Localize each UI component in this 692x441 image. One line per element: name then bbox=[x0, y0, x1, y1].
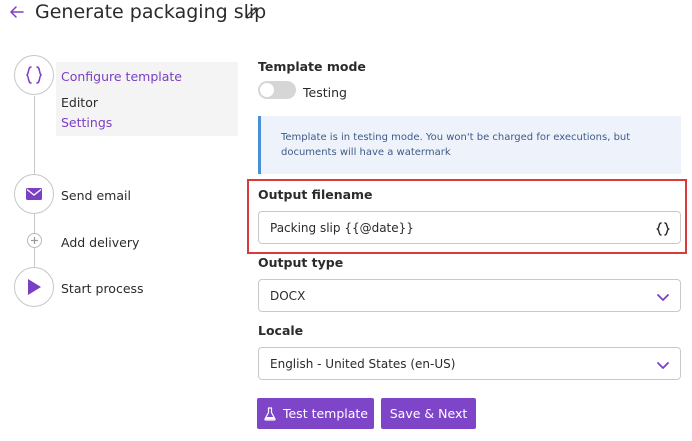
output-filename-value: Packing slip {{@date}} bbox=[270, 221, 414, 235]
test-template-button[interactable]: Test template bbox=[257, 398, 374, 429]
arrow-left-icon bbox=[10, 6, 24, 18]
locale-dropdown-toggle[interactable] bbox=[655, 357, 671, 373]
template-mode-label: Template mode bbox=[258, 59, 366, 74]
toggle-knob bbox=[260, 83, 274, 97]
add-delivery-button[interactable] bbox=[27, 233, 42, 248]
plus-circle-icon bbox=[31, 237, 38, 244]
output-type-label: Output type bbox=[258, 255, 344, 270]
pencil-icon bbox=[246, 7, 258, 19]
output-type-dropdown-toggle[interactable] bbox=[655, 289, 671, 305]
step-send-email-circle[interactable] bbox=[14, 174, 54, 214]
stepper-rail bbox=[34, 96, 35, 174]
step-send-email[interactable]: Send email bbox=[61, 188, 131, 203]
step-start-process[interactable]: Start process bbox=[61, 281, 144, 296]
chevron-down-icon bbox=[657, 362, 669, 369]
test-template-label: Test template bbox=[282, 406, 369, 421]
envelope-icon bbox=[26, 188, 42, 200]
page-title: Generate packaging slip bbox=[35, 1, 267, 23]
curly-braces-icon bbox=[655, 222, 671, 236]
output-type-value: DOCX bbox=[270, 289, 306, 303]
step-start-process-circle[interactable] bbox=[14, 267, 54, 307]
flask-icon bbox=[264, 406, 276, 421]
locale-value: English - United States (en-US) bbox=[270, 357, 456, 371]
info-text: Template is in testing mode. You won't b… bbox=[281, 132, 631, 158]
substep-settings[interactable]: Settings bbox=[61, 115, 112, 130]
step-configure-template-circle[interactable] bbox=[14, 55, 54, 95]
curly-braces-icon bbox=[25, 66, 43, 84]
save-next-button[interactable]: Save & Next bbox=[381, 398, 476, 429]
locale-label: Locale bbox=[258, 323, 304, 338]
template-mode-toggle-label: Testing bbox=[303, 85, 347, 100]
output-filename-label: Output filename bbox=[258, 187, 373, 202]
chevron-down-icon bbox=[657, 294, 669, 301]
insert-variable-button[interactable] bbox=[655, 221, 671, 237]
locale-select[interactable]: English - United States (en-US) bbox=[258, 347, 681, 380]
back-button[interactable] bbox=[8, 3, 26, 21]
template-mode-toggle[interactable] bbox=[258, 81, 296, 99]
substep-editor[interactable]: Editor bbox=[61, 95, 98, 110]
step-add-delivery[interactable]: Add delivery bbox=[61, 235, 139, 250]
step-configure-template[interactable]: Configure template bbox=[61, 69, 182, 84]
play-icon bbox=[28, 279, 41, 295]
edit-title-button[interactable] bbox=[244, 5, 260, 21]
output-filename-input[interactable]: Packing slip {{@date}} bbox=[258, 211, 681, 244]
output-type-select[interactable]: DOCX bbox=[258, 279, 681, 312]
testing-mode-info: Template is in testing mode. You won't b… bbox=[258, 116, 681, 174]
